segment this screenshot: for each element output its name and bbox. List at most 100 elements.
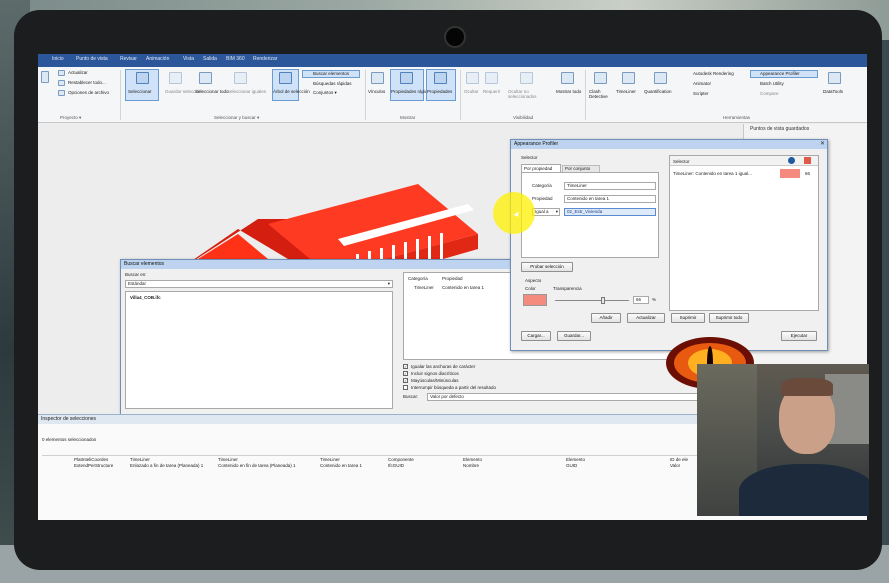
clash-detective-icon[interactable]	[594, 72, 607, 84]
autodesk-rendering-button[interactable]: Autodesk Rendering	[693, 71, 734, 76]
conjuntos-button[interactable]: Conjuntos ▾	[313, 90, 337, 96]
tab-revisar[interactable]: Revisar	[120, 56, 137, 65]
tab-inicio[interactable]: Inicio	[52, 56, 64, 65]
selector-list[interactable]: Selector TimeLiner: Contenido en tarea 1…	[669, 155, 819, 311]
selection-tree-icon[interactable]	[279, 72, 292, 84]
hide-icon[interactable]	[466, 72, 479, 84]
quantification-button[interactable]: Quantification	[644, 89, 672, 94]
tab-bim360[interactable]: BIM 360	[226, 56, 245, 65]
save-selection-icon[interactable]	[169, 72, 182, 84]
group-proyecto-label[interactable]: Proyecto ▾	[60, 115, 81, 121]
compare-button[interactable]: Compare	[760, 91, 779, 96]
row-propiedad[interactable]: Contenido en tarea 1	[442, 285, 484, 290]
datatools-button[interactable]: DataTools	[823, 89, 843, 94]
opt1-checkbox[interactable]: ✓	[403, 364, 408, 369]
tree-item-file[interactable]: Villa4_COB.ifc	[130, 295, 161, 300]
inspector-col-2[interactable]: TimeLiner Contenido en fin de tarea (Pla…	[218, 457, 296, 468]
search-tree[interactable]: Villa4_COB.ifc	[125, 291, 393, 409]
links-icon[interactable]	[371, 72, 384, 84]
ejecutar-button[interactable]: Ejecutar	[781, 331, 817, 341]
row-categoria[interactable]: TimeLiner	[414, 285, 434, 290]
group-seleccionar-label[interactable]: Seleccionar y buscar ▾	[214, 115, 259, 121]
appearance-profiler-button[interactable]: Appearance Profiler	[760, 71, 800, 76]
opt4-checkbox[interactable]	[403, 385, 408, 390]
inspector-col-5[interactable]: Elemento Nombre	[463, 457, 482, 468]
tab-por-conjunto[interactable]: Por conjunto	[562, 165, 600, 172]
busquedas-rapidas-button[interactable]: Búsquedas rápidas	[313, 81, 352, 86]
arbol-seleccion-button[interactable]: Árbol de selección	[273, 89, 310, 94]
require-icon[interactable]	[485, 72, 498, 84]
transparencia-slider-track[interactable]	[555, 300, 629, 301]
timeliner-icon[interactable]	[622, 72, 635, 84]
close-icon[interactable]: ✕	[820, 141, 825, 148]
color-swatch[interactable]	[523, 294, 547, 306]
suprimir-todo-button[interactable]: Suprimir todo	[709, 313, 749, 323]
inspector-col-3[interactable]: TimeLiner Contenido en tarea 1	[320, 457, 362, 468]
animator-button[interactable]: Animator	[693, 81, 711, 86]
quick-properties-icon[interactable]	[400, 72, 413, 84]
buscar-elementos-button[interactable]: Buscar elementos	[313, 71, 349, 76]
select-all-icon[interactable]	[199, 72, 212, 84]
tab-renderizar[interactable]: Renderizar	[253, 56, 277, 65]
inspector-col-6[interactable]: Elemento GUID	[566, 457, 585, 468]
restablecer-button[interactable]: Restablecer todo...	[68, 80, 106, 85]
transparencia-slider-thumb[interactable]	[601, 297, 605, 304]
tab-salida[interactable]: Salida	[203, 56, 217, 65]
transparencia-field[interactable]: 66	[633, 296, 649, 304]
requerir-button[interactable]: Requerir	[483, 89, 500, 94]
clash-detective-button[interactable]: Clash Detective	[589, 89, 611, 99]
scripter-button[interactable]: Scripter	[693, 91, 709, 96]
opt3-checkbox[interactable]: ✓	[403, 378, 408, 383]
inspector-col-4[interactable]: Componente IfcGUID	[388, 457, 414, 468]
propiedades-button[interactable]: Propiedades	[427, 89, 452, 94]
probar-seleccion-button[interactable]: Probar selección	[521, 262, 573, 272]
opt2-checkbox[interactable]: ✓	[403, 371, 408, 376]
buscar-en-dropdown[interactable]: Estándar ▾	[125, 280, 393, 288]
batch-utility-button[interactable]: Batch Utility	[760, 81, 784, 86]
timeliner-button[interactable]: TimeLiner	[616, 89, 636, 94]
datatools-icon[interactable]	[828, 72, 841, 84]
vinculos-button[interactable]: Vínculos	[368, 89, 385, 94]
seleccionar-todo-button[interactable]: Seleccionar todo	[195, 89, 229, 94]
categoria-field[interactable]: TimeLiner	[564, 182, 656, 190]
seleccionar-iguales-button[interactable]: Seleccionar iguales	[227, 89, 266, 94]
tab-punto-de-vista[interactable]: Punto de vista	[76, 56, 108, 65]
anadir-button[interactable]: Añadir	[591, 313, 621, 323]
cargar-button[interactable]: Cargar...	[521, 331, 551, 341]
tab-por-propiedad[interactable]: Por propiedad	[521, 164, 561, 172]
refresh-icon[interactable]	[58, 70, 65, 76]
tab-por-conjunto-label: Por conjunto	[565, 166, 591, 171]
inspector-col-7[interactable]: ID de ele Valor	[670, 457, 688, 468]
properties-icon[interactable]	[434, 72, 447, 84]
operador-dropdown[interactable]: Igual a ▾	[532, 208, 560, 216]
buscar-mode-dropdown[interactable]: Valor por defecto ▾	[427, 393, 703, 401]
valor-field[interactable]: 02_Estr_Vivienda	[564, 208, 656, 216]
mostrar-todo-button[interactable]: Mostrar todo	[556, 89, 581, 94]
inspector-col-1[interactable]: TimeLiner Enlazado a fin de tarea (Plane…	[130, 457, 203, 468]
tab-vista[interactable]: Vista	[183, 56, 194, 65]
reset-icon[interactable]	[58, 80, 65, 86]
ocultar-no-seleccionados-button[interactable]: Ocultar no seleccionados	[508, 89, 548, 99]
group-visibilidad-label[interactable]: Visibilidad	[513, 115, 533, 120]
ocultar-button[interactable]: Ocultar	[464, 89, 479, 94]
group-mostrar-label[interactable]: Mostrar	[400, 115, 415, 120]
show-all-icon[interactable]	[561, 72, 574, 84]
inspector-col-0[interactable]: PlatInteliCoordes ExtendPerStructure	[74, 457, 113, 468]
tab-animacion[interactable]: Animación	[146, 56, 169, 65]
select-same-icon[interactable]	[234, 72, 247, 84]
propiedad-field[interactable]: Contenido en tarea 1	[564, 195, 656, 203]
cursor-select-icon[interactable]	[136, 72, 149, 84]
quantification-icon[interactable]	[654, 72, 667, 84]
file-options-icon[interactable]	[58, 90, 65, 96]
selector-list-item[interactable]: TimeLiner: Contenido en tarea 1 igual...	[673, 171, 752, 176]
opciones-archivo-button[interactable]: Opciones de archivo	[68, 90, 109, 95]
group-herramientas-label[interactable]: Herramientas	[723, 115, 750, 120]
seleccionar-button[interactable]: Seleccionar	[128, 89, 152, 94]
actualizar-button[interactable]: Actualizar	[627, 313, 665, 323]
guardar-button[interactable]: Guardar...	[557, 331, 591, 341]
suprimir-button[interactable]: Suprimir	[671, 313, 705, 323]
hide-unselected-icon[interactable]	[520, 72, 533, 84]
actualizar-button[interactable]: Actualizar	[68, 70, 88, 75]
appearance-profiler-dialog[interactable]: Appearance Profiler ✕ Selector Por propi…	[510, 139, 828, 351]
append-icon[interactable]	[41, 71, 49, 83]
